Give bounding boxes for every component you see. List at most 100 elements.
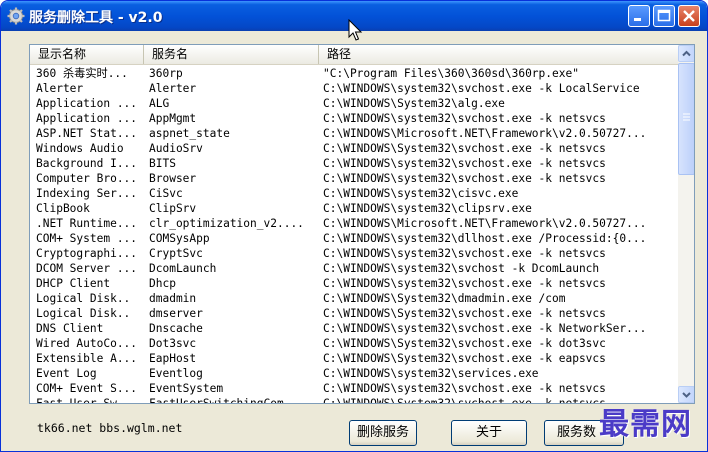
cell-path: C:\WINDOWS\system32\clipsrv.exe [323, 202, 532, 215]
cell-path: C:\WINDOWS\system32\svchost.exe -k netsv… [323, 157, 606, 170]
main-window: 服务删除工具 - v2.0 显示名称 服务名 路径 360 杀毒实时... 36… [0, 0, 708, 452]
minimize-button[interactable] [628, 5, 650, 27]
table-row[interactable]: COM+ Event S... EventSystem C:\WINDOWS\sys… [30, 381, 678, 396]
cell-display-name: Extensible A... [36, 352, 138, 365]
close-icon [683, 10, 695, 22]
delete-service-button[interactable]: 删除服务 [349, 420, 417, 446]
cell-service-name: Eventlog [149, 367, 203, 380]
scroll-up-button[interactable] [678, 45, 694, 62]
table-row[interactable]: Wired AutoCo... Dot3svc C:\WINDOWS\System3… [30, 336, 678, 351]
maximize-button[interactable] [653, 5, 675, 27]
cell-display-name: Fast User Sw... [36, 397, 138, 404]
cell-path: C:\WINDOWS\system32\svchost -k DcomLaunc… [323, 262, 600, 275]
table-row[interactable]: Alerter Alerter C:\WINDOWS\system32\svchos… [30, 81, 678, 96]
cell-service-name: 360rp [149, 67, 183, 80]
cell-service-name: Dot3svc [149, 337, 197, 350]
scroll-thumb[interactable] [678, 63, 694, 175]
cell-path: C:\WINDOWS\System32\alg.exe [323, 97, 505, 110]
cell-display-name: COM+ System ... [36, 232, 138, 245]
table-row[interactable]: Indexing Ser... CiSvc C:\WINDOWS\system32\… [30, 186, 678, 201]
cell-service-name: dmadmin [149, 292, 197, 305]
cell-service-name: FastUserSwitchingCom... [149, 397, 304, 404]
table-row[interactable]: DNS Client Dnscache C:\WINDOWS\system32\sv… [30, 321, 678, 336]
table-row[interactable]: COM+ System ... COMSysApp C:\WINDOWS\syste… [30, 231, 678, 246]
cell-service-name: Dnscache [149, 322, 203, 335]
cell-display-name: DNS Client [36, 322, 104, 335]
table-row[interactable]: Background I... BITS C:\WINDOWS\system32\s… [30, 156, 678, 171]
cell-path: C:\WINDOWS\system32\svchost.exe -k Netwo… [323, 322, 647, 335]
table-row[interactable]: Fast User Sw... FastUserSwitchingCom... C:… [30, 396, 678, 404]
grip-icon [683, 113, 690, 121]
cell-display-name: ASP.NET Stat... [36, 127, 138, 140]
maximize-icon [657, 9, 671, 22]
cell-display-name: ClipBook [36, 202, 90, 215]
cell-path: C:\WINDOWS\System32\svchost.exe -k dot3s… [323, 337, 606, 350]
table-row[interactable]: Application ... AppMgmt C:\WINDOWS\system3… [30, 111, 678, 126]
cell-display-name: Cryptographi... [36, 247, 138, 260]
cell-display-name: COM+ Event S... [36, 382, 138, 395]
cell-path: "C:\Program Files\360\360sd\360rp.exe" [323, 67, 579, 80]
cell-service-name: DcomLaunch [149, 262, 217, 275]
minimize-icon [634, 18, 641, 21]
close-button[interactable] [678, 5, 700, 27]
cell-display-name: 360 杀毒实时... [36, 67, 128, 80]
table-row[interactable]: DHCP Client Dhcp C:\WINDOWS\system32\svcho… [30, 276, 678, 291]
cell-path: C:\WINDOWS\System32\svchost.exe -k netsv… [323, 142, 606, 155]
cell-path: C:\WINDOWS\System32\dmadmin.exe /com [323, 292, 566, 305]
cell-display-name: Windows Audio [36, 142, 124, 155]
cell-display-name: Logical Disk.. [36, 307, 131, 320]
column-header-display-name[interactable]: 显示名称 [30, 45, 144, 64]
table-row[interactable]: Logical Disk.. dmadmin C:\WINDOWS\System32… [30, 291, 678, 306]
table-row[interactable]: .NET Runtime... clr_optimization_v2.... C:… [30, 216, 678, 231]
cell-display-name: .NET Runtime... [36, 217, 138, 230]
status-text: tk66.net bbs.wglm.net [37, 421, 183, 435]
table-row[interactable]: 360 杀毒实时... 360rp "C:\Program Files\360\36… [30, 66, 678, 81]
table-row[interactable]: Application ... ALG C:\WINDOWS\System32\al… [30, 96, 678, 111]
column-header-service-name[interactable]: 服务名 [144, 45, 319, 64]
cell-display-name: Background I... [36, 157, 138, 170]
cell-service-name: aspnet_state [149, 127, 230, 140]
table-row[interactable]: Windows Audio AudioSrv C:\WINDOWS\System32… [30, 141, 678, 156]
cell-path: C:\WINDOWS\system32\cisvc.exe [323, 187, 519, 200]
cell-service-name: AppMgmt [149, 112, 197, 125]
cell-display-name: Alerter [36, 82, 84, 95]
cell-service-name: Alerter [149, 82, 197, 95]
column-header-path[interactable]: 路径 [319, 45, 678, 64]
cell-service-name: clr_optimization_v2.... [149, 217, 304, 230]
cell-path: C:\WINDOWS\system32\svchost.exe -k netsv… [323, 112, 606, 125]
cell-path: C:\WINDOWS\system32\dllhost.exe /Process… [323, 232, 647, 245]
table-row[interactable]: ClipBook ClipSrv C:\WINDOWS\system32\clips… [30, 201, 678, 216]
gear-icon [7, 7, 25, 25]
cell-path: C:\WINDOWS\Microsoft.NET\Framework\v2.0.… [323, 127, 647, 140]
table-row[interactable]: Cryptographi... CryptSvc C:\WINDOWS\system… [30, 246, 678, 261]
cell-path: C:\WINDOWS\system32\svchost.exe -k netsv… [323, 247, 606, 260]
cell-service-name: dmserver [149, 307, 203, 320]
cell-display-name: Wired AutoCo... [36, 337, 138, 350]
cell-display-name: DHCP Client [36, 277, 111, 290]
table-row[interactable]: Extensible A... EapHost C:\WINDOWS\System3… [30, 351, 678, 366]
cell-service-name: CryptSvc [149, 247, 203, 260]
cell-service-name: EventSystem [149, 382, 224, 395]
table-row[interactable]: ASP.NET Stat... aspnet_state C:\WINDOWS\Mi… [30, 126, 678, 141]
cell-path: C:\WINDOWS\system32\svchost.exe -k netsv… [323, 382, 606, 395]
cell-service-name: Browser [149, 172, 197, 185]
cell-display-name: Computer Bro... [36, 172, 138, 185]
table-row[interactable]: Computer Bro... Browser C:\WINDOWS\system3… [30, 171, 678, 186]
table-row[interactable]: DCOM Server ... DcomLaunch C:\WINDOWS\syst… [30, 261, 678, 276]
cell-service-name: EapHost [149, 352, 197, 365]
list-rows: 360 杀毒实时... 360rp "C:\Program Files\360\36… [30, 66, 678, 404]
service-list[interactable]: 显示名称 服务名 路径 360 杀毒实时... 360rp "C:\Program … [29, 44, 695, 404]
table-row[interactable]: Event Log Eventlog C:\WINDOWS\system32\ser… [30, 366, 678, 381]
cell-path: C:\WINDOWS\System32\svchost.exe -k eapsv… [323, 352, 606, 365]
cell-service-name: COMSysApp [149, 232, 210, 245]
cell-path: C:\WINDOWS\system32\svchost.exe -k Local… [323, 82, 640, 95]
about-button[interactable]: 关于 [451, 420, 527, 446]
cell-display-name: Event Log [36, 367, 97, 380]
cell-service-name: Dhcp [149, 277, 176, 290]
cell-display-name: Application ... [36, 97, 138, 110]
cell-path: C:\WINDOWS\system32\svchost.exe -k netsv… [323, 172, 606, 185]
cell-display-name: Indexing Ser... [36, 187, 138, 200]
table-row[interactable]: Logical Disk.. dmserver C:\WINDOWS\System3… [30, 306, 678, 321]
vertical-scrollbar[interactable] [678, 45, 694, 403]
cell-display-name: Application ... [36, 112, 138, 125]
